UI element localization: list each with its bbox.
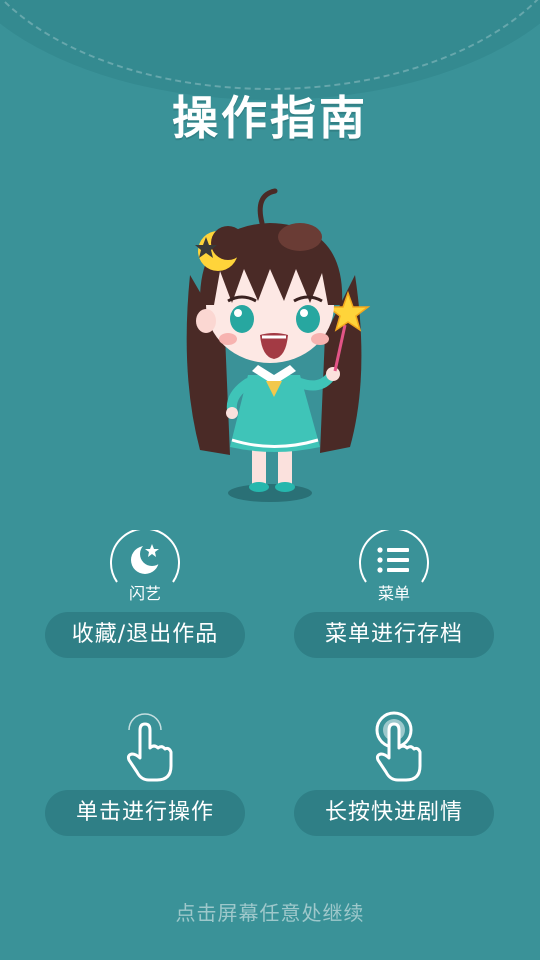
feature-long-press-skip: 长按快进剧情: [294, 708, 494, 858]
long-press-skip-label: 长按快进剧情: [294, 790, 494, 836]
page-title: 操作指南: [172, 91, 368, 145]
long-press-hand-icon: [375, 711, 422, 782]
feature-favorite-exit: 闪艺 收藏/退出作品: [45, 530, 245, 680]
menu-icon-caption: 菜单: [377, 584, 410, 603]
menu-save-label: 菜单进行存档: [294, 612, 494, 658]
guide-overlay[interactable]: 操作指南 闪艺 收藏/退出作品 菜单 菜单进行存档 单击进行操作 长按快进剧情 …: [0, 0, 540, 960]
tap-hand-icon: [126, 713, 173, 782]
continue-hint: 点击屏幕任意处继续: [175, 901, 365, 925]
moon-icon-caption: 闪艺: [128, 584, 161, 603]
favorite-exit-label: 收藏/退出作品: [45, 612, 245, 658]
tap-action-label: 单击进行操作: [45, 790, 245, 836]
feature-tap-action: 单击进行操作: [45, 708, 245, 858]
feature-menu-save: 菜单 菜单进行存档: [294, 530, 494, 680]
mascot-illustration: [186, 188, 371, 502]
dashed-arc-decoration: [0, 0, 540, 90]
